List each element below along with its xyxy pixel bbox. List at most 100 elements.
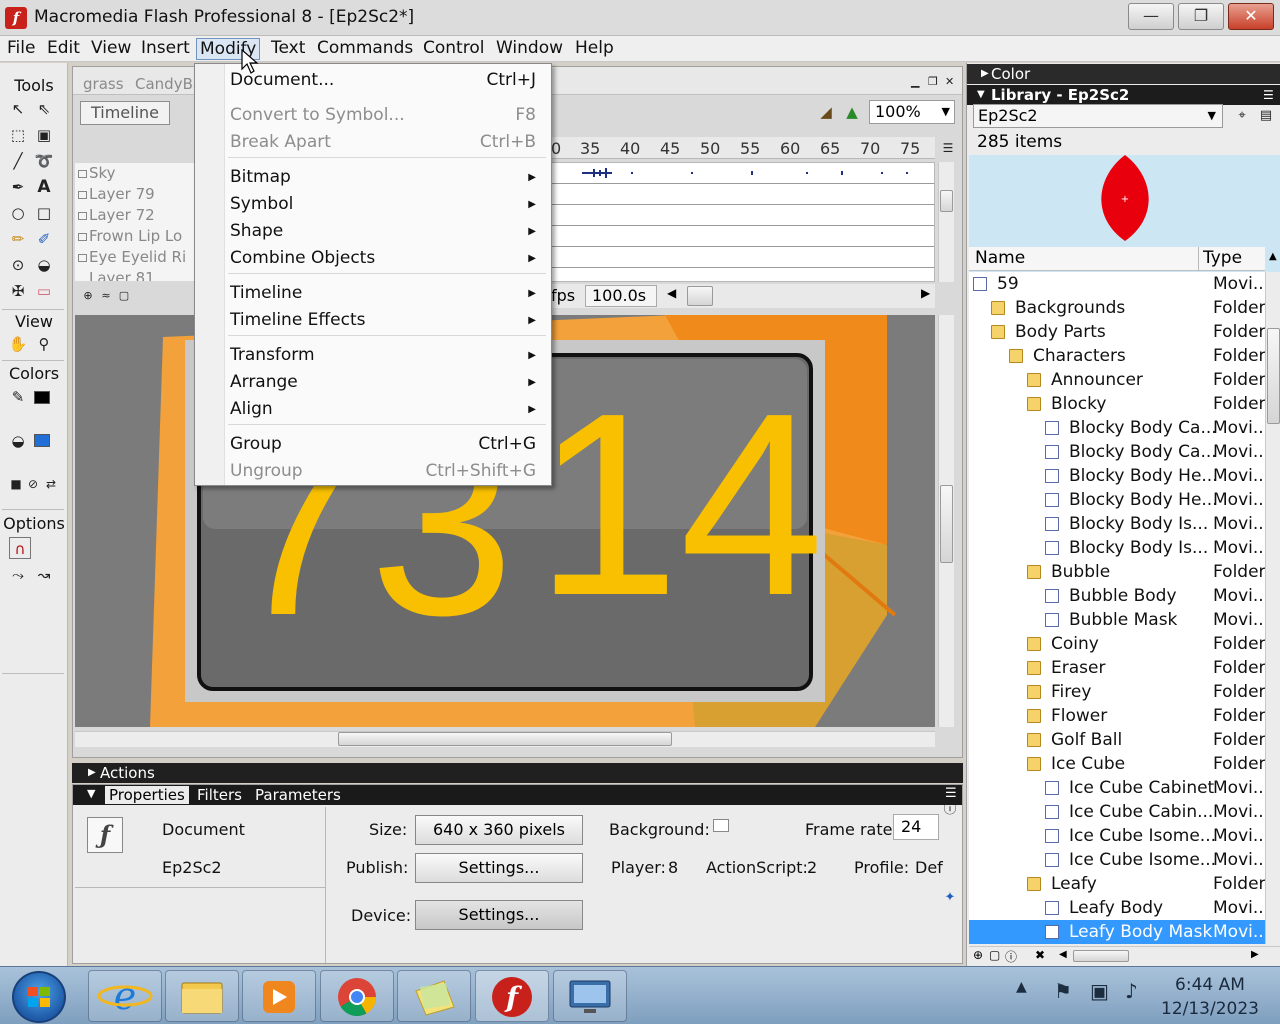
system-clock[interactable]: 6:44 AM 12/13/2023 <box>1158 973 1262 1021</box>
edit-symbols-icon[interactable]: ▲ <box>841 101 863 123</box>
col-type[interactable]: Type <box>1203 248 1242 268</box>
stage-horizontal-scrollbar[interactable] <box>75 731 935 747</box>
free-transform-tool-icon[interactable]: ⬚ <box>7 124 29 146</box>
library-item[interactable]: Body Parts Folder <box>969 320 1265 344</box>
device-settings-button[interactable]: Settings... <box>415 900 583 930</box>
timeline-vertical-scrollbar[interactable] <box>938 162 954 282</box>
menu-item-break-apart[interactable]: Break Apart Ctrl+B <box>230 130 536 155</box>
layer-item[interactable]: Layer 79 <box>78 185 155 203</box>
edit-scene-icon[interactable]: ◢ <box>815 101 837 123</box>
library-item[interactable]: Ice Cube Cabin... Movi... <box>969 800 1265 824</box>
menu-item-document[interactable]: Document... Ctrl+J <box>230 68 536 93</box>
smooth-icon[interactable]: ⤳ <box>7 564 29 586</box>
scroll-right-icon[interactable]: ▶ <box>921 286 930 300</box>
menu-item-combine-objects[interactable]: Combine Objects ▶ <box>230 246 536 271</box>
taskbar-flash[interactable]: f <box>475 970 549 1022</box>
library-select[interactable]: Ep2Sc2 ▼ <box>973 104 1223 128</box>
menu-help[interactable]: Help <box>572 38 617 60</box>
library-item[interactable]: Blocky Body Ca... Movi... <box>969 440 1265 464</box>
library-item[interactable]: Blocky Body He... Movi... <box>969 464 1265 488</box>
doc-tab-grass[interactable]: grass <box>83 75 124 93</box>
menu-view[interactable]: View <box>88 38 134 60</box>
library-item[interactable]: Bubble Mask Movi... <box>969 608 1265 632</box>
library-item[interactable]: Announcer Folder <box>969 368 1265 392</box>
publish-settings-button[interactable]: Settings... <box>415 853 583 883</box>
text-tool-icon[interactable]: A <box>33 176 55 198</box>
lasso-tool-icon[interactable]: ➰ <box>33 150 55 172</box>
taskbar-chrome[interactable] <box>320 970 394 1022</box>
oval-tool-icon[interactable]: ○ <box>7 202 29 224</box>
new-library-panel-icon[interactable]: ▤ <box>1255 105 1277 127</box>
help-icon[interactable]: ⓘ <box>939 799 961 821</box>
scroll-thumb[interactable] <box>940 485 953 563</box>
insert-folder-icon[interactable]: ▢ <box>113 285 135 307</box>
taskbar-internet-explorer[interactable]: e <box>88 970 162 1022</box>
library-item[interactable]: Blocky Folder <box>969 392 1265 416</box>
menu-item-transform[interactable]: Transform ▶ <box>230 343 536 368</box>
library-vertical-scrollbar[interactable] <box>1265 272 1280 944</box>
hand-tool-icon[interactable]: ✋ <box>7 333 29 355</box>
menu-insert[interactable]: Insert <box>138 38 193 60</box>
tab-filters[interactable]: Filters <box>197 786 242 804</box>
layer-item[interactable]: Eye Eyelid Ri <box>77 248 186 266</box>
collapse-arrow-icon[interactable]: ▼ <box>87 787 95 800</box>
library-item[interactable]: Golf Ball Folder <box>969 728 1265 752</box>
library-item[interactable]: Characters Folder <box>969 344 1265 368</box>
library-item[interactable]: Backgrounds Folder <box>969 296 1265 320</box>
delete-icon[interactable]: ✖ <box>1035 948 1045 962</box>
panel-options-icon[interactable]: ☰ <box>1263 85 1274 105</box>
menu-text[interactable]: Text <box>268 38 308 60</box>
network-icon[interactable]: ▣ <box>1090 979 1109 1003</box>
minimize-button[interactable]: — <box>1128 3 1174 30</box>
library-item[interactable]: Blocky Body Is... Movi... <box>969 512 1265 536</box>
library-item[interactable]: Ice Cube Cabinet Movi... <box>969 776 1265 800</box>
start-button[interactable] <box>12 971 66 1023</box>
menu-item-timeline[interactable]: Timeline ▶ <box>230 281 536 306</box>
panel-minimize-icon[interactable]: ▁ <box>911 75 919 88</box>
menu-item-convert-to-symbol[interactable]: Convert to Symbol... F8 <box>230 103 536 128</box>
scroll-left-icon[interactable]: ◀ <box>1059 949 1067 960</box>
scroll-right-icon[interactable]: ▶ <box>1251 949 1259 960</box>
sort-arrow-icon[interactable]: ▲ <box>1269 251 1277 262</box>
frame-rate-input[interactable]: 24 <box>893 814 939 840</box>
scroll-left-icon[interactable]: ◀ <box>667 286 676 300</box>
menu-item-symbol[interactable]: Symbol ▶ <box>230 192 536 217</box>
tab-parameters[interactable]: Parameters <box>255 786 341 804</box>
library-item[interactable]: Bubble Body Movi... <box>969 584 1265 608</box>
library-item[interactable]: Eraser Folder <box>969 656 1265 680</box>
library-panel-header[interactable]: ▼ Library - Ep2Sc2 ☰ <box>967 85 1280 105</box>
library-item[interactable]: Bubble Folder <box>969 560 1265 584</box>
menu-edit[interactable]: Edit <box>44 38 83 60</box>
pencil-tool-icon[interactable]: ✏ <box>7 228 29 250</box>
menu-item-group[interactable]: Group Ctrl+G <box>230 432 536 457</box>
library-item[interactable]: Ice Cube Isome... Movi... <box>969 848 1265 872</box>
frame-grid[interactable] <box>551 162 935 282</box>
snap-to-objects-icon[interactable]: ∩ <box>9 537 31 559</box>
menu-commands[interactable]: Commands <box>314 38 416 60</box>
library-item[interactable]: Ice Cube Isome... Movi... <box>969 824 1265 848</box>
timeline-button[interactable]: Timeline <box>80 101 170 125</box>
zoom-tool-icon[interactable]: ⚲ <box>33 333 55 355</box>
library-item[interactable]: Blocky Body Ca... Movi... <box>969 416 1265 440</box>
accessibility-icon[interactable]: ✦ <box>939 887 961 909</box>
color-panel-header[interactable]: ▶ Color <box>967 64 1280 84</box>
library-item[interactable]: Blocky Body Is... Movi... <box>969 536 1265 560</box>
straighten-icon[interactable]: ↝ <box>33 564 55 586</box>
library-item[interactable]: Ice Cube Folder <box>969 752 1265 776</box>
library-item[interactable]: Flower Folder <box>969 704 1265 728</box>
tab-properties[interactable]: Properties <box>105 786 189 804</box>
zoom-select[interactable]: 100% ▼ <box>869 100 955 124</box>
fill-color-icon[interactable]: ◒ <box>7 430 29 452</box>
close-button[interactable]: ✕ <box>1228 3 1274 30</box>
layer-item[interactable]: Sky <box>78 164 116 182</box>
library-item[interactable]: Leafy Body Mask Movi... <box>969 920 1265 944</box>
stroke-color-swatch[interactable] <box>34 391 50 404</box>
taskbar-sticky-notes[interactable] <box>397 970 471 1022</box>
taskbar-media-player[interactable] <box>242 970 316 1022</box>
panel-restore-icon[interactable]: ❐ <box>928 75 938 88</box>
paint-bucket-tool-icon[interactable]: ◒ <box>33 254 55 276</box>
taskbar-remote-desktop[interactable] <box>553 970 627 1022</box>
background-color-swatch[interactable] <box>713 819 729 832</box>
library-item[interactable]: Firey Folder <box>969 680 1265 704</box>
library-item[interactable]: Leafy Folder <box>969 872 1265 896</box>
